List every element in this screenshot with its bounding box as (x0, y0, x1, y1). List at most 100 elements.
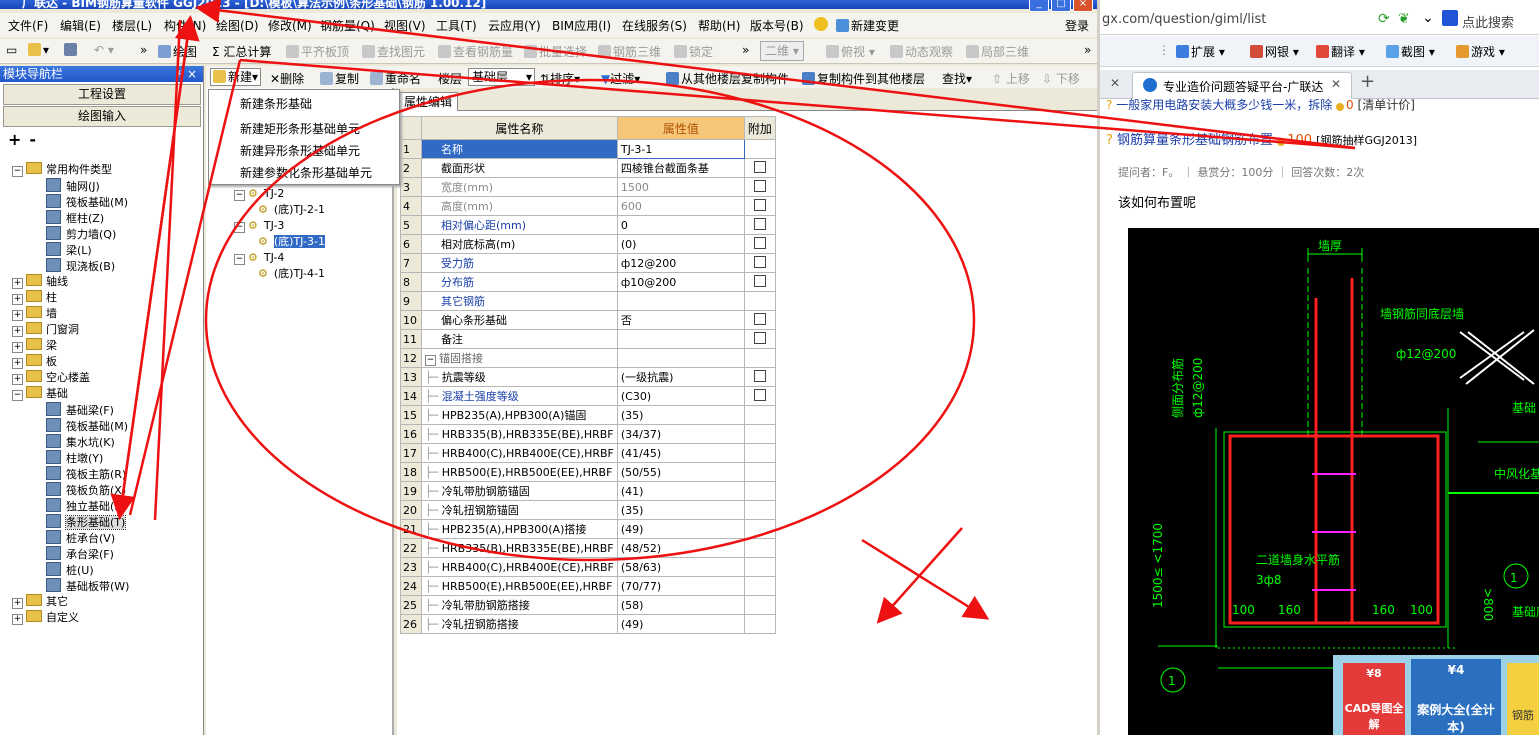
nav-tree-item[interactable]: 基础板带(W) (46, 578, 129, 595)
property-value[interactable]: ф10@200 (616, 272, 745, 292)
collapse-icon[interactable]: − (234, 190, 245, 201)
draw-button[interactable]: 绘图 (158, 43, 197, 60)
property-value[interactable]: (一级抗震) (616, 367, 745, 387)
collapse-icon[interactable]: − (12, 166, 23, 177)
property-row[interactable]: 5 相对偏心距(mm) 0 (400, 215, 776, 235)
delete-component-button[interactable]: ✕删除 (270, 70, 304, 87)
nav-tree-folder[interactable]: + 墙 (12, 306, 57, 322)
extra-checkbox[interactable] (753, 236, 766, 249)
property-row[interactable]: 15 ├─ HPB235(A),HPB300(A)锚固 (35) (400, 405, 776, 425)
property-value[interactable] (616, 291, 745, 311)
property-row[interactable]: 12− 锚固搭接 (400, 348, 776, 368)
property-row[interactable]: 8 分布筋 ф10@200 (400, 272, 776, 292)
component-node[interactable]: − ⚙ TJ-2 (234, 186, 284, 202)
dynamic-view-button[interactable]: 动态观察 (890, 43, 953, 60)
extra-checkbox[interactable] (753, 179, 766, 192)
expand-icon[interactable]: + (12, 598, 23, 609)
nav-tree-folder[interactable]: + 门窗洞 (12, 322, 79, 338)
property-value[interactable]: TJ-3-1 (616, 139, 745, 159)
ad-banner[interactable]: ¥8 CAD导图全解 ¥4 案例大全(全计本) 钢筋 (1333, 655, 1539, 735)
property-row[interactable]: 6 相对底标高(m) (0) (400, 234, 776, 254)
lock-button[interactable]: 锁定 (674, 43, 713, 60)
property-value[interactable]: (58) (616, 595, 745, 615)
property-value[interactable]: (35) (616, 500, 745, 520)
property-value[interactable]: (41/45) (616, 443, 745, 463)
expand-icon[interactable]: + (12, 342, 23, 353)
property-value[interactable]: (49) (616, 519, 745, 539)
property-row[interactable]: 22 ├─ HRB335(B),HRB335E(BE),HRBF (48/52) (400, 538, 776, 558)
property-row[interactable]: 11 备注 (400, 329, 776, 349)
nav-tree-item[interactable]: 筏板基础(M) (46, 194, 128, 211)
search-button[interactable]: 查找▾ (942, 70, 972, 87)
collapse-icon[interactable]: − (234, 254, 245, 265)
nav-tree-item[interactable]: 基础梁(F) (46, 402, 114, 419)
collapse-icon[interactable]: − (234, 222, 245, 233)
property-value[interactable]: (0) (616, 234, 745, 254)
rename-component-button[interactable]: 重命名 (370, 70, 421, 87)
property-row[interactable]: 3 宽度(mm) 1500 (400, 177, 776, 197)
menu-new-rect-unit[interactable]: 新建矩形条形基础单元 (240, 120, 360, 137)
url-text[interactable]: gx.com/question/giml/list (1102, 12, 1266, 27)
screenshot-button[interactable]: 截图 ▾ (1386, 43, 1435, 60)
new-component-button[interactable]: 新建▾ (210, 68, 262, 86)
more-chevron-icon-2[interactable]: » (742, 43, 749, 57)
nav-tree-folder[interactable]: + 空心楼盖 (12, 370, 90, 386)
copy-to-floor-button[interactable]: 复制构件到其他楼层 (802, 70, 925, 87)
property-value[interactable]: 600 (616, 196, 745, 216)
close-button[interactable]: × (1073, 0, 1093, 12)
menu-view[interactable]: 视图(V) (384, 17, 426, 34)
menu-new-strip-foundation[interactable]: 新建条形基础 (240, 95, 312, 112)
nav-tree-item[interactable]: 承台梁(F) (46, 546, 114, 563)
nav-tree-folder[interactable]: + 梁 (12, 338, 57, 354)
property-row[interactable]: 24 ├─ HRB500(E),HRB500E(EE),HRBF (70/77) (400, 576, 776, 596)
nav-tree-item[interactable]: 框柱(Z) (46, 210, 104, 227)
batch-select-button[interactable]: 批量选择 (524, 43, 587, 60)
local-3d-button[interactable]: 局部三维 (966, 43, 1029, 60)
collapse-all-icon[interactable]: - (29, 130, 36, 149)
nav-tree-folder[interactable]: + 轴线 (12, 274, 68, 290)
nav-tree-folder[interactable]: − 基础 (12, 386, 68, 402)
helper-icon[interactable] (814, 17, 828, 31)
flat-top-button[interactable]: 平齐板顶 (286, 43, 349, 60)
expand-icon[interactable]: + (12, 294, 23, 305)
leaf-icon[interactable]: ❦ (1398, 11, 1410, 27)
tab-question-platform[interactable]: 专业造价问题答疑平台-广联达 ✕ (1132, 72, 1352, 99)
property-value[interactable]: (41) (616, 481, 745, 501)
chevron-down-icon[interactable]: ⌄ (1422, 10, 1434, 26)
property-value[interactable] (616, 329, 745, 349)
nav-tree-folder[interactable]: − 常用构件类型 (12, 162, 112, 178)
property-row[interactable]: 1 名称 TJ-3-1 (400, 139, 776, 159)
property-row[interactable]: 7 受力筋 ф12@200 (400, 253, 776, 273)
nav-tree-item[interactable]: 条形基础(T) (46, 514, 127, 531)
extra-checkbox[interactable] (753, 312, 766, 325)
collapse-icon[interactable]: − (12, 390, 23, 401)
nav-tree-item[interactable]: 筏板基础(M) (46, 418, 128, 435)
nav-tree-item[interactable]: 独立基础(D) (46, 498, 127, 515)
minimize-button[interactable]: _ (1029, 0, 1049, 12)
property-value[interactable]: (35) (616, 405, 745, 425)
menu-draw[interactable]: 绘图(D) (216, 17, 259, 34)
nav-tree-item[interactable]: 筏板主筋(R) (46, 466, 126, 483)
nav-tree-folder[interactable]: + 自定义 (12, 610, 79, 626)
menu-new-irregular-unit[interactable]: 新建异形条形基础单元 (240, 142, 360, 159)
move-up-button[interactable]: ⇧ 上移 (992, 70, 1030, 87)
expand-icon[interactable]: + (12, 278, 23, 289)
extra-checkbox[interactable] (753, 160, 766, 173)
find-element-button[interactable]: 查找图元 (362, 43, 425, 60)
maximize-button[interactable]: □ (1051, 0, 1071, 12)
refresh-icon[interactable]: ⟳ (1378, 11, 1390, 27)
extra-checkbox[interactable] (753, 274, 766, 287)
property-row[interactable]: 4 高度(mm) 600 (400, 196, 776, 216)
pin-icon[interactable]: ᵖ × (178, 66, 197, 82)
property-row[interactable]: 2 截面形状 四棱锥台截面条基 (400, 158, 776, 178)
menu-cloud[interactable]: 云应用(Y) (488, 17, 541, 34)
expand-icon[interactable]: + (12, 614, 23, 625)
view-rebar-button[interactable]: 查看钢筋量 (438, 43, 513, 60)
nav-tree-item[interactable]: 柱墩(Y) (46, 450, 103, 467)
expand-icon[interactable]: + (12, 374, 23, 385)
property-value[interactable]: (70/77) (616, 576, 745, 596)
drawing-input-button[interactable]: 绘图输入 (3, 106, 201, 127)
baidu-paw-icon[interactable] (1442, 10, 1458, 26)
property-row[interactable]: 10 偏心条形基础 否 (400, 310, 776, 330)
nav-tree-item[interactable]: 集水坑(K) (46, 434, 115, 451)
